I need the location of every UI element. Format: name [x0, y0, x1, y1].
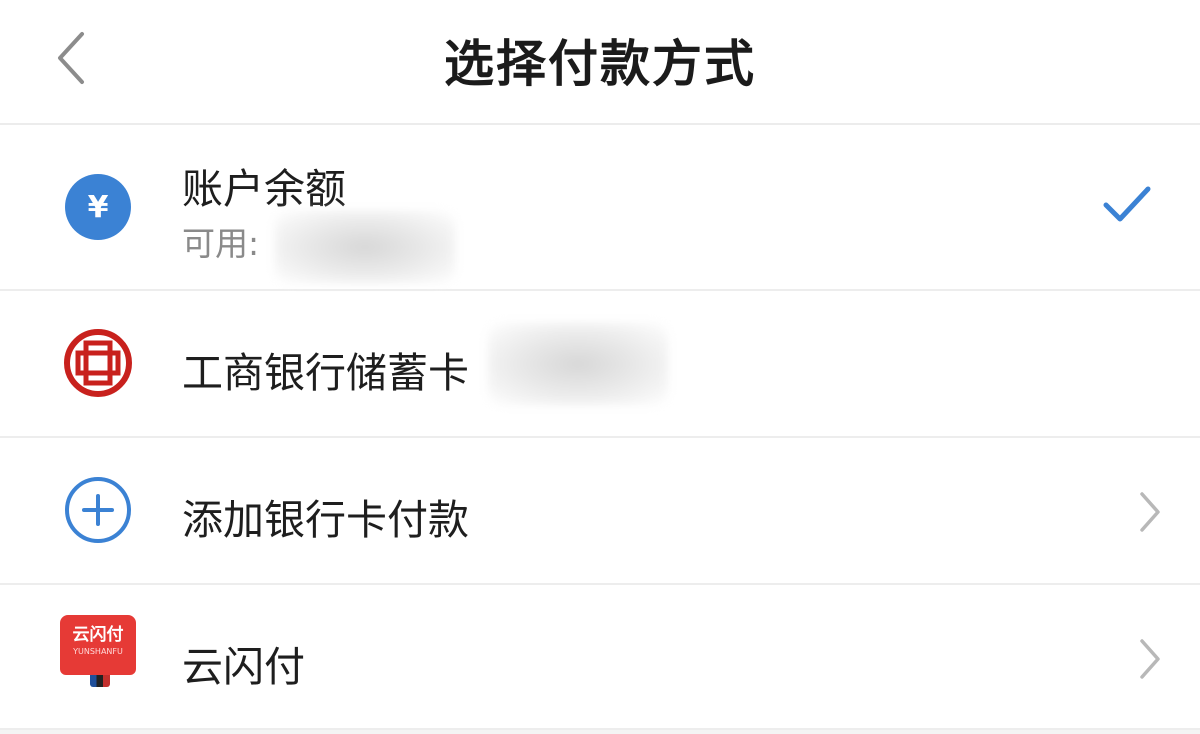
payment-option-label: 云闪付 — [182, 643, 305, 691]
payment-option-account-balance[interactable]: ¥ 账户余额 可用: — [0, 125, 1200, 291]
plus-circle-icon — [65, 477, 131, 543]
payment-option-label: 账户余额 — [182, 165, 346, 213]
chevron-right-icon — [1140, 492, 1160, 532]
blurred-card-number — [488, 323, 668, 405]
yuan-circle-icon: ¥ — [65, 174, 131, 240]
payment-option-add-bank-card[interactable]: 添加银行卡付款 — [0, 438, 1200, 585]
list-bottom-divider — [0, 730, 1200, 734]
chevron-right-icon — [1140, 639, 1160, 679]
nav-header: 选择付款方式 — [0, 0, 1200, 125]
payment-option-label: 工商银行储蓄卡 — [182, 349, 469, 397]
unionpay-quickpass-logo-icon: 云闪付 YUNSHANFU — [60, 615, 136, 691]
available-balance-label: 可用: — [182, 224, 260, 263]
blurred-balance-amount — [275, 211, 455, 283]
ysf-logo-text: 云闪付 — [72, 625, 124, 645]
payment-method-screen: 选择付款方式 ¥ 账户余额 可用: 工商银行储蓄卡 添加银行卡付款 云闪付 YU… — [0, 0, 1200, 734]
payment-option-icbc-debit-card[interactable]: 工商银行储蓄卡 — [0, 291, 1200, 438]
checkmark-icon — [1103, 186, 1151, 222]
payment-option-unionpay-quickpass[interactable]: 云闪付 YUNSHANFU 云闪付 — [0, 585, 1200, 730]
icbc-logo-icon — [64, 329, 132, 397]
payment-option-label: 添加银行卡付款 — [182, 496, 469, 544]
page-title: 选择付款方式 — [444, 35, 756, 93]
svg-text:¥: ¥ — [88, 190, 109, 225]
unionpay-stripe — [90, 675, 110, 687]
ysf-logo-badge: 云闪付 YUNSHANFU — [60, 615, 136, 675]
ysf-logo-subtext: YUNSHANFU — [73, 647, 123, 656]
